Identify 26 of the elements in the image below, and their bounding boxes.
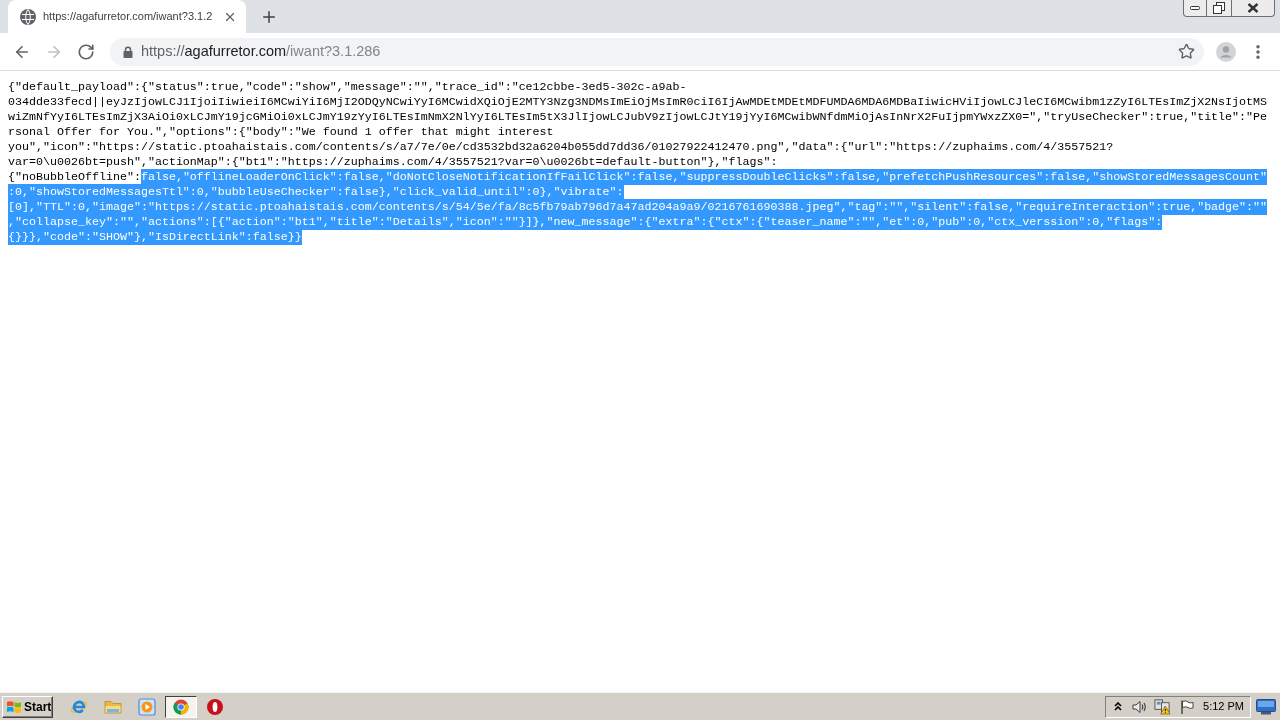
windows-flag-icon (6, 698, 22, 715)
close-window-button[interactable] (1232, 0, 1275, 17)
taskbar-app-button[interactable] (165, 695, 197, 718)
start-button[interactable]: Start (2, 695, 53, 718)
speaker-icon[interactable] (1131, 698, 1147, 715)
flag-icon[interactable] (1179, 698, 1195, 715)
reload-icon[interactable] (77, 42, 95, 61)
circle-slot-icon (206, 697, 224, 716)
minimize-button[interactable] (1183, 0, 1207, 17)
browser-tab[interactable]: https://agafurretor.com/iwant?3.1.2 (8, 0, 246, 33)
globe-icon (20, 8, 36, 25)
network-warning-icon[interactable] (1154, 698, 1171, 715)
bookmark-star-icon[interactable] (1178, 43, 1195, 60)
play-icon (138, 697, 156, 716)
avatar-icon[interactable] (1216, 41, 1236, 62)
json-text: {"default_payload":{"status":true,"code":"show","message":"","trace_id":"ce12cbbe-3ed5-302c-a9ab-034dde33fecd||eyJzIjowLCJ1IjoiIiwieiI6MCwiYiI6MjI2ODQyNCwiYyI6MCwidXQiOjE2MTY3Nzg3NDMsImEiOjMsImR0ciI6IjAwMDEtMDEtMDFUMDA6MDA6MDBaIiwicHViIjowLCJleCI6MCwibm1zZyI6LTEsImZjX2NsIjotMSwiZmNfYyI6LTEsImZjX3AiOi0xLCJmY19jcGMiOi0xLCJmY19zYyI6LTEsImNmX2NlYyI6LTEsIm5tX3JlIjowLCJubV9zIjowLCJtY19jYyI6MCwibWNfdmMiOjAsInNrX2FuIjpmYWxzZX0=","tryUseChecker":true,"title":"Personal Offer for You.","options":{"body":"We found 1 offer that might interest you","icon":"https://static.ptoahaistais.com/contents/s/a7/7e/0e/cd3532bd32a6204b055dd7dd36/01027922412470.png","data":{"url":"https://zuphaims.com/4/3557521?var=0\u0026bt=push","actionMap":{"bt1":"https://zuphaims.com/4/3557521?var=0\u0026bt=default-button"},"flags":{"noBubbleOffline":false,"offlineLoaderOnClick":false,"doNotCloseNotificationIfFailClick":false,"suppressDoubleClicks":false,"prefetchPushResources":false,"showStoredMessagesCount":0,"showStoredMessagesTtl":0,"bubbleUseChecker":false},"click_valid_until":0},"vibrate":[0],"TTL":0,"image":"https://static.ptoahaistais.com/contents/s/54/5e/fa/8c5fb79ab796d7a47ad204a9a9/0216761690388.jpeg","tag":"","silent":false,"requireInteraction":true,"badge":"","collapse_key":"","actions":[{"action":"bt1","title":"Details","icon":""}]},"new_message":{"extra":{"ctx":{"teaser_name":"","et":0,"pub":0,"ctx_verssion":0,"flags":{}}},"code":"SHOW"},"IsDirectLink":false}} (8, 80, 1269, 245)
restore-button[interactable] (1207, 0, 1232, 17)
clock-text[interactable]: 5:12 PM (1203, 698, 1244, 715)
close-icon (1247, 3, 1259, 13)
round-logo-icon (173, 698, 189, 715)
restore-icon (1213, 2, 1225, 14)
lock-icon (123, 45, 133, 58)
address-bar[interactable]: https://agafurretor.com/iwant?3.1.286 (110, 37, 1204, 66)
monitor-icon[interactable] (1256, 698, 1276, 715)
double-chevron-up-icon[interactable] (1114, 702, 1122, 711)
minimize-icon (1190, 6, 1200, 10)
